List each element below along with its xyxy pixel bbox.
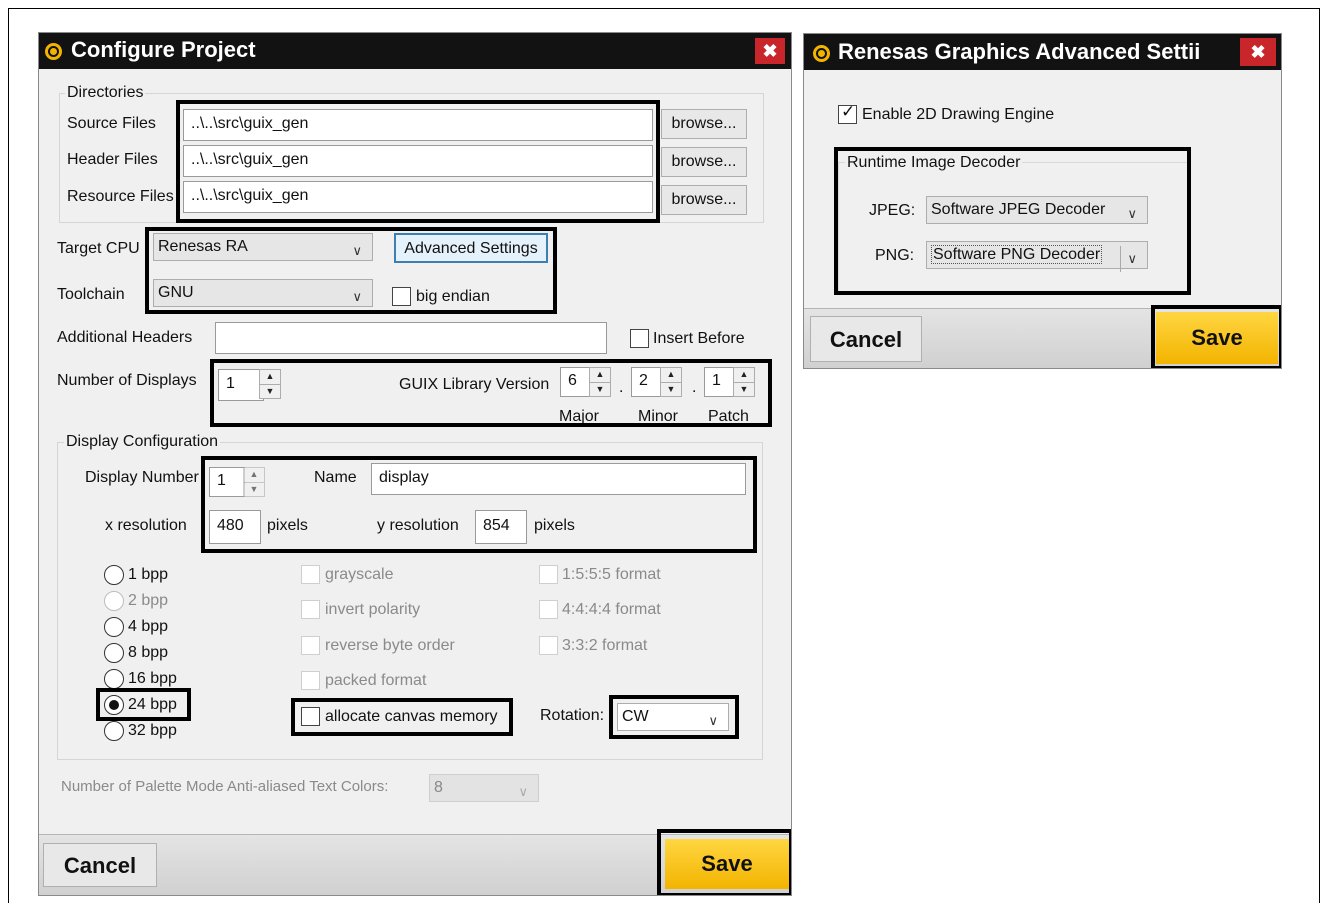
- display-number-label: Display Number: [85, 469, 199, 486]
- dialog-title: Configure Project: [71, 37, 256, 62]
- directories-group-label: Directories: [65, 84, 146, 102]
- grayscale-checkbox[interactable]: [301, 565, 320, 584]
- target-cpu-label: Target CPU: [57, 240, 140, 257]
- insert-before-label: Insert Before: [653, 330, 745, 347]
- highlight-save: [657, 829, 791, 895]
- radio-32bpp[interactable]: [104, 721, 124, 741]
- format-4444-label: 4:4:4:4 format: [562, 601, 661, 618]
- x-resolution-label: x resolution: [105, 517, 187, 534]
- radio-1bpp[interactable]: [104, 565, 124, 585]
- title-bar[interactable]: Renesas Graphics Advanced Settii ✖: [804, 34, 1281, 70]
- close-button[interactable]: ✖: [755, 38, 785, 64]
- packed-format-label: packed format: [325, 672, 427, 689]
- browse-source-button[interactable]: browse...: [661, 109, 747, 139]
- highlight-cpu-toolchain: [145, 227, 557, 314]
- bpp-4-label: 4 bpp: [128, 618, 169, 635]
- close-button[interactable]: ✖: [1240, 38, 1276, 66]
- enable-2d-label: Enable 2D Drawing Engine: [862, 106, 1055, 123]
- cancel-button[interactable]: Cancel: [810, 316, 922, 362]
- palette-colors-value: 8: [434, 779, 443, 796]
- highlight-directories: [176, 100, 660, 223]
- radio-16bpp[interactable]: [104, 669, 124, 689]
- format-1555-checkbox[interactable]: [539, 565, 558, 584]
- browse-header-button[interactable]: browse...: [661, 147, 747, 177]
- header-files-label: Header Files: [67, 151, 158, 168]
- rotation-label: Rotation:: [540, 707, 605, 724]
- bpp-2-label: 2 bpp: [128, 592, 169, 609]
- bpp-8-label: 8 bpp: [128, 644, 169, 661]
- source-files-label: Source Files: [67, 115, 156, 132]
- bpp-32-label: 32 bpp: [128, 722, 177, 739]
- bpp-1-label: 1 bpp: [128, 566, 169, 583]
- highlight-rotation: [609, 695, 739, 739]
- radio-4bpp[interactable]: [104, 617, 124, 637]
- resource-files-label: Resource Files: [67, 188, 174, 205]
- additional-headers-label: Additional Headers: [57, 329, 193, 346]
- highlight-save: [1151, 305, 1281, 368]
- invert-polarity-checkbox[interactable]: [301, 600, 320, 619]
- dialog-title: Renesas Graphics Advanced Settii: [838, 39, 1201, 64]
- configure-project-dialog: Configure Project ✖ Directories Source F…: [38, 32, 792, 896]
- packed-format-checkbox[interactable]: [301, 671, 320, 690]
- palette-colors-label: Number of Palette Mode Anti-aliased Text…: [61, 778, 389, 795]
- advanced-settings-dialog: Renesas Graphics Advanced Settii ✖ ✓ Ena…: [803, 33, 1282, 369]
- grayscale-label: grayscale: [325, 566, 394, 583]
- browse-resource-button[interactable]: browse...: [661, 185, 747, 215]
- format-332-checkbox[interactable]: [539, 636, 558, 655]
- reverse-byte-order-checkbox[interactable]: [301, 636, 320, 655]
- radio-8bpp[interactable]: [104, 643, 124, 663]
- highlight-allocate-canvas: [291, 698, 513, 736]
- highlight-runtime-decoder: [834, 147, 1191, 295]
- check-icon: ✓: [841, 102, 856, 121]
- number-of-displays-label: Number of Displays: [57, 372, 197, 389]
- display-configuration-label: Display Configuration: [64, 433, 221, 451]
- insert-before-checkbox[interactable]: [630, 329, 649, 348]
- format-4444-checkbox[interactable]: [539, 600, 558, 619]
- bpp-16-label: 16 bpp: [128, 670, 177, 687]
- chevron-down-icon: ∨: [518, 784, 528, 799]
- highlight-24bpp: [96, 688, 191, 721]
- gear-icon: [45, 43, 62, 60]
- gear-icon: [813, 45, 830, 62]
- palette-colors-select[interactable]: 8 ∨: [429, 774, 539, 802]
- format-332-label: 3:3:2 format: [562, 637, 648, 654]
- cancel-button[interactable]: Cancel: [43, 843, 157, 887]
- title-bar[interactable]: Configure Project ✖: [39, 33, 791, 69]
- invert-polarity-label: invert polarity: [325, 601, 421, 618]
- reverse-byte-order-label: reverse byte order: [325, 637, 455, 654]
- radio-2bpp[interactable]: [104, 591, 124, 611]
- highlight-displays-version: [210, 359, 772, 427]
- format-1555-label: 1:5:5:5 format: [562, 566, 661, 583]
- additional-headers-input[interactable]: [215, 322, 607, 354]
- toolchain-label: Toolchain: [57, 286, 125, 303]
- highlight-display-config: [201, 456, 757, 553]
